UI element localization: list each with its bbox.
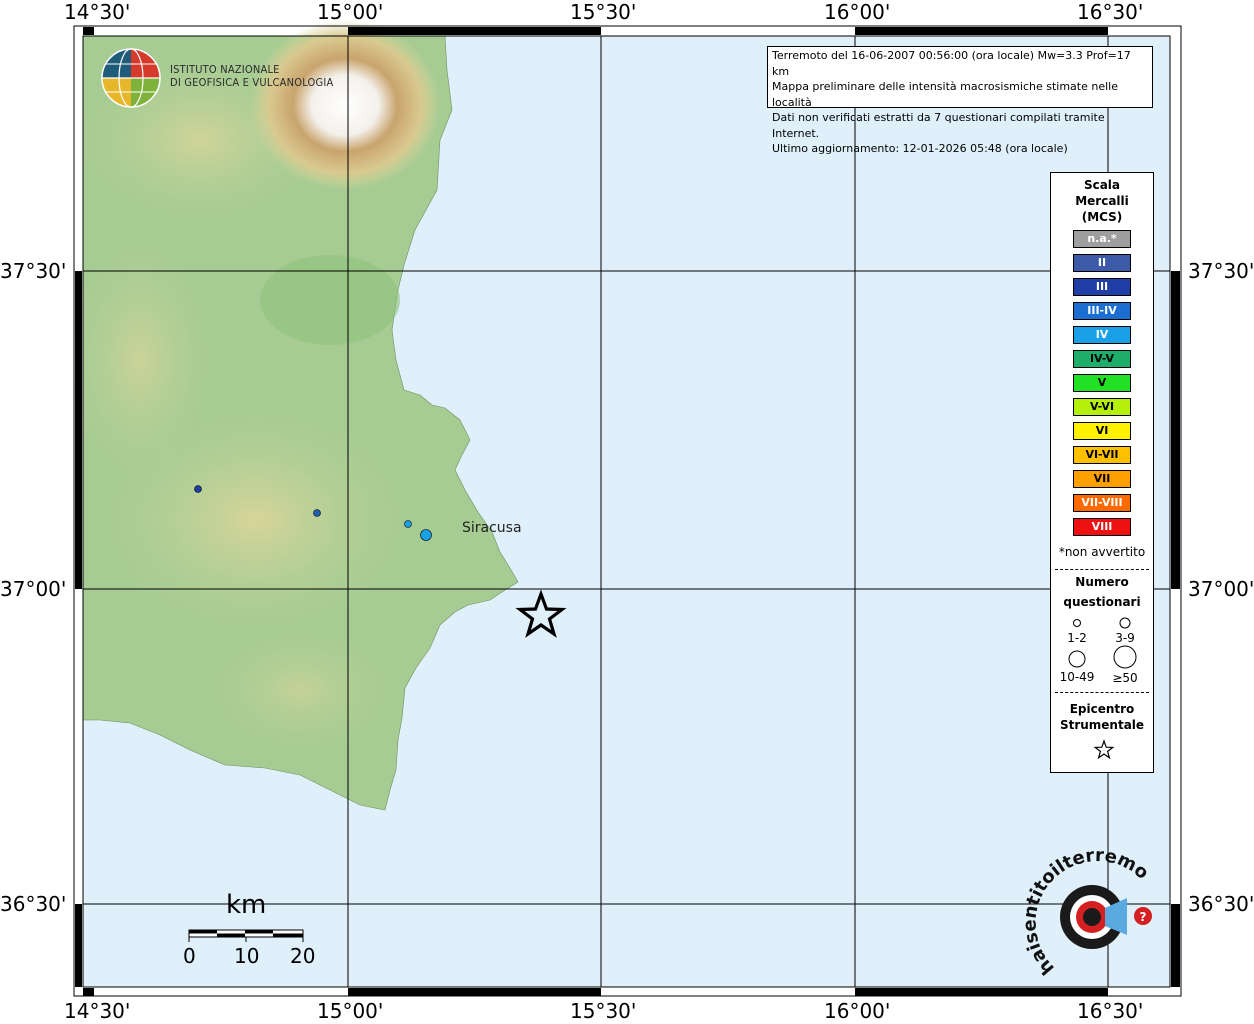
city-label-siracusa: Siracusa (462, 520, 522, 536)
intensity-marker-iv[interactable] (404, 520, 412, 528)
count-label-1: 1-2 (1067, 631, 1087, 645)
legend-swatch-v: V (1073, 374, 1131, 392)
legend-swatch-vi-vii: VI-VII (1073, 446, 1131, 464)
tick-left-2: 37°00' (0, 577, 67, 601)
scale-tick-20: 20 (290, 944, 316, 968)
legend-count-title1: Numero (1075, 575, 1129, 589)
tick-bottom-4: 16°00' (824, 999, 891, 1023)
legend-swatch-vii: VII (1073, 470, 1131, 488)
tick-top-2: 15°00' (317, 0, 384, 24)
count-circle-medium (1119, 617, 1131, 629)
tick-top-4: 16°00' (824, 0, 891, 24)
legend-swatch-iv: IV (1073, 326, 1131, 344)
legend-swatch-iii-iv: III-IV (1073, 302, 1131, 320)
info-line4: Ultimo aggiornamento: 12-01-2026 05:48 (… (772, 142, 1068, 155)
legend-divider-2 (1055, 692, 1149, 693)
legend-star-icon (1093, 739, 1115, 760)
legend-title-line2: Mercalli (1075, 194, 1129, 208)
count-circle-xlarge (1113, 645, 1137, 669)
intensity-marker-iv[interactable] (420, 529, 432, 541)
tick-right-2: 37°00' (1188, 577, 1254, 601)
svg-text:?: ? (1140, 910, 1147, 924)
legend-count-title2: questionari (1063, 595, 1141, 609)
tick-bottom-2: 15°00' (317, 999, 384, 1023)
scale-tick-10: 10 (234, 944, 260, 968)
legend-swatch-ii: II (1073, 254, 1131, 272)
plain-catania (260, 255, 400, 345)
ingv-line2: DI GEOFISICA E VULCANOLOGIA (170, 76, 334, 89)
legend-title: Scala Mercalli (MCS) (1051, 177, 1153, 225)
count-label-3: 10-49 (1059, 670, 1095, 684)
ingv-line1: ISTITUTO NAZIONALE (170, 63, 280, 76)
tick-left-1: 37°30' (0, 259, 67, 283)
mount-etna (250, 20, 440, 190)
tick-bottom-5: 16°30' (1077, 999, 1144, 1023)
legend-swatch-n-a-: n.a.* (1073, 230, 1131, 248)
tick-top-3: 15°30' (570, 0, 637, 24)
tick-bottom-3: 15°30' (570, 999, 637, 1023)
tick-top-1: 14°30' (64, 0, 131, 24)
intensity-marker-iii[interactable] (194, 485, 202, 493)
tick-right-3: 36°30' (1188, 892, 1254, 916)
legend-swatch-v-vi: V-VI (1073, 398, 1131, 416)
legend-not-felt-note: *non avvertito (1058, 545, 1146, 559)
ingv-logo-text: ISTITUTO NAZIONALE DI GEOFISICA E VULCAN… (170, 63, 333, 89)
scale-tick-0: 0 (183, 944, 196, 968)
scale-unit: km (226, 890, 267, 920)
terrain-south (210, 630, 390, 750)
legend-epi-title1: Epicentro (1069, 702, 1135, 716)
tick-bottom-1: 14°30' (64, 999, 131, 1023)
count-label-4: ≥50 (1112, 671, 1138, 685)
info-line2: Mappa preliminare delle intensità macros… (772, 80, 1118, 109)
tick-left-3: 36°30' (0, 892, 67, 916)
tick-right-1: 37°30' (1188, 259, 1254, 283)
legend-swatch-vii-viii: VII-VIII (1073, 494, 1131, 512)
legend-panel: Scala Mercalli (MCS) n.a.* II III III-IV IV I… (1050, 172, 1154, 773)
legend-title-line1: Scala (1083, 178, 1121, 192)
tick-top-5: 16°30' (1077, 0, 1144, 24)
legend-epi-title2: Strumentale (1059, 718, 1145, 732)
ingv-globe-icon (101, 48, 161, 108)
legend-swatch-vi: VI (1073, 422, 1131, 440)
count-circle-small (1073, 619, 1081, 627)
count-circle-large (1068, 650, 1086, 668)
legend-divider (1055, 569, 1149, 570)
legend-swatch-viii: VIII (1073, 518, 1131, 536)
info-line1: Terremoto del 16-06-2007 00:56:00 (ora l… (772, 49, 1131, 78)
info-line3: Dati non verificati estratti da 7 questi… (772, 111, 1105, 140)
intensity-marker-iii[interactable] (313, 509, 321, 517)
count-label-2: 3-9 (1115, 631, 1135, 645)
legend-title-line3: (MCS) (1081, 210, 1123, 224)
terrain-west (70, 240, 210, 480)
legend-swatch-iii: III (1073, 278, 1131, 296)
legend-swatch-iv-v: IV-V (1073, 350, 1131, 368)
event-info-box: Terremoto del 16-06-2007 00:56:00 (ora l… (767, 46, 1153, 155)
